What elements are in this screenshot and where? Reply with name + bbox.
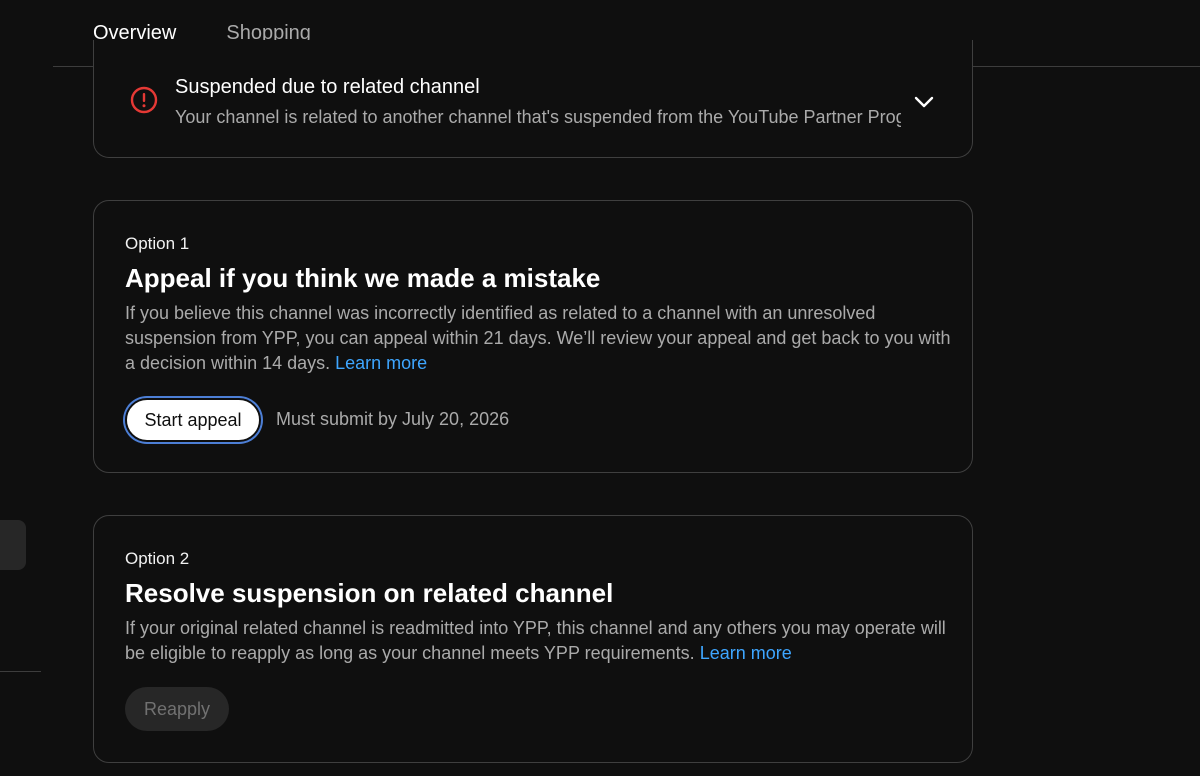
status-description: Your channel is related to another chann… [175,107,901,127]
option-1-description-text: If you believe this channel was incorrec… [125,303,951,373]
error-circle-icon [130,86,158,114]
option-1-learn-more-link[interactable]: Learn more [335,353,427,373]
page: Overview Shopping Suspended due to relat… [0,0,1200,776]
option-2-card: Option 2 Resolve suspension on related c… [93,515,973,763]
option-2-description-text: If your original related channel is read… [125,618,946,663]
reapply-button[interactable]: Reapply [125,687,229,731]
option-2-learn-more-link[interactable]: Learn more [700,643,792,663]
sidebar-divider [0,671,41,672]
option-2-title: Resolve suspension on related channel [125,578,614,608]
start-appeal-button[interactable]: Start appeal [125,398,261,442]
option-2-description: If your original related channel is read… [125,616,955,666]
status-title: Suspended due to related channel [175,76,480,98]
option-1-description: If you believe this channel was incorrec… [125,301,955,376]
chevron-down-icon[interactable] [912,90,936,114]
sidebar-item[interactable] [0,520,26,570]
option-1-title: Appeal if you think we made a mistake [125,263,601,293]
status-card: Suspended due to related channel Your ch… [93,40,973,158]
appeal-deadline: Must submit by July 20, 2026 [276,409,510,429]
option-2-label: Option 2 [125,549,190,568]
option-1-card: Option 1 Appeal if you think we made a m… [93,200,973,473]
option-1-label: Option 1 [125,234,190,253]
